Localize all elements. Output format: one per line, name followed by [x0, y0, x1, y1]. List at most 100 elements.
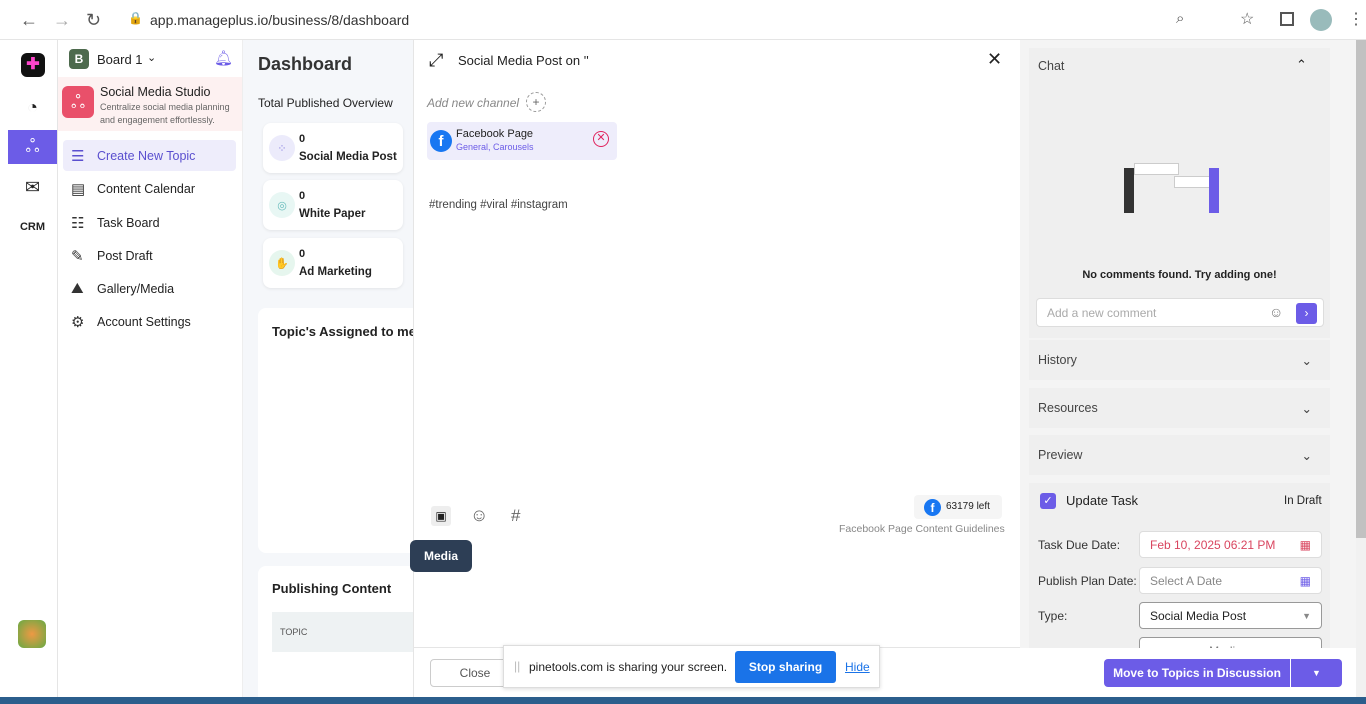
sidebar-item-gallery-media[interactable]: ⛰ Gallery/Media [63, 273, 236, 304]
comment-input[interactable]: Add a new comment ☺ › [1036, 298, 1324, 327]
sidepanel-icon[interactable] [1280, 12, 1294, 26]
paper-icon: ◎ [269, 192, 295, 218]
close-icon[interactable]: ✕ [987, 49, 1002, 70]
guidelines-link[interactable]: Facebook Page Content Guidelines [839, 523, 1005, 535]
drag-handle[interactable]: || [514, 659, 520, 673]
emoji-icon[interactable]: ☺ [1269, 304, 1283, 320]
bell-icon[interactable]: 🔔︎ [214, 49, 233, 67]
sidebar-item-post-draft[interactable]: ✎ Post Draft [63, 240, 236, 271]
stat-count: 0 [299, 248, 306, 260]
lock-icon: 🔒 [128, 11, 143, 25]
channel-chip-facebook[interactable]: f Facebook Page General, Carousels ✕ [427, 122, 617, 160]
stat-card-ad-marketing[interactable]: ✋ 0 Ad Marketing [263, 238, 403, 288]
forward-icon[interactable]: → [53, 10, 71, 31]
modal-title: Social Media Post on '' [458, 53, 589, 68]
channel-sub: General, Carousels [456, 142, 534, 152]
reload-icon[interactable]: ↻ [86, 10, 101, 31]
remove-channel-icon[interactable]: ✕ [593, 131, 609, 147]
chat-illustration [1114, 148, 1244, 218]
send-icon[interactable]: › [1296, 303, 1317, 324]
stat-card-social-media-post[interactable]: ⁘ 0 Social Media Post [263, 123, 403, 173]
due-date-label: Task Due Date: [1038, 538, 1121, 552]
sidebar-item-label: Task Board [97, 215, 160, 230]
emoji-icon[interactable]: ☺ [470, 505, 488, 526]
resources-section[interactable]: Resources ⌄ [1029, 388, 1330, 428]
due-date-value: Feb 10, 2025 06:21 PM [1150, 537, 1276, 552]
zoom-icon[interactable]: ⌕ [1176, 10, 1184, 27]
hashtag-icon[interactable]: # [511, 506, 520, 526]
sidebar-item-label: Gallery/Media [97, 281, 175, 296]
address-bar[interactable]: app.manageplus.io/business/8/dashboard [150, 12, 409, 28]
chevron-up-icon[interactable]: ⌃ [1296, 57, 1307, 73]
dashboard-panel: Dashboard Total Published Overview ⁘ 0 Soc… [243, 40, 413, 697]
app-description: Centralize social media planning and eng… [100, 102, 230, 125]
facebook-icon: f [924, 499, 941, 516]
sidebar: B Board 1 ⌄ 🔔︎ ஃ Social Media Studio Cen… [58, 40, 243, 697]
sidebar-item-label: Account Settings [97, 314, 191, 329]
publishing-content-card: Publishing Content TOPIC [258, 566, 413, 697]
chars-left: 63179 left [946, 501, 990, 512]
preview-section[interactable]: Preview ⌄ [1029, 435, 1330, 475]
dashboard-gauge-icon[interactable]: ◔ [8, 90, 57, 124]
due-date-field[interactable]: Feb 10, 2025 06:21 PM ▦ [1139, 531, 1322, 558]
type-value: Social Media Post [1150, 608, 1247, 623]
share-text: pinetools.com is sharing your screen. [529, 660, 728, 674]
sidebar-item-task-board[interactable]: ☷ Task Board [63, 207, 236, 238]
star-icon[interactable]: ☆ [1240, 9, 1254, 29]
add-channel-label: Add new channel [427, 96, 520, 110]
expand-icon[interactable]: ⤢ [429, 50, 443, 71]
stat-card-white-paper[interactable]: ◎ 0 White Paper [263, 180, 403, 230]
app-logo[interactable]: ✚ [21, 53, 45, 77]
sidebar-item-account-settings[interactable]: ⚙ Account Settings [63, 306, 236, 337]
calendar-icon: ▦ [1299, 573, 1311, 588]
sidebar-item-label: Create New Topic [97, 148, 196, 163]
chevron-down-icon: ⌄ [1301, 353, 1312, 368]
type-select[interactable]: Social Media Post ▼ [1139, 602, 1322, 629]
hide-link[interactable]: Hide [845, 660, 870, 674]
chat-section: Chat ⌃ No comments found. Try adding one… [1029, 48, 1330, 338]
section-title: History [1038, 353, 1077, 367]
calendar-icon: ▦ [1299, 537, 1311, 552]
plan-date-field[interactable]: Select A Date ▦ [1139, 567, 1322, 594]
os-taskbar [0, 697, 1366, 704]
topic-modal: ⤢ Social Media Post on '' ✕ Add new chan… [410, 40, 1020, 697]
browser-toolbar: ← → ↻ 🔒 app.manageplus.io/business/8/das… [0, 0, 1366, 40]
social-studio-icon[interactable]: ஃ [8, 130, 57, 164]
chevron-down-icon[interactable]: ⌄ [147, 51, 156, 64]
section-title: Resources [1038, 401, 1098, 415]
update-task-checkbox[interactable]: ✓ [1040, 493, 1056, 509]
scrollbar[interactable] [1356, 40, 1366, 697]
checklist-icon: ☷ [71, 214, 85, 232]
edit-icon: ✎ [71, 247, 84, 265]
sidebar-item-create-new-topic[interactable]: ☰ Create New Topic [63, 140, 236, 171]
crm-icon[interactable]: CRM [8, 210, 57, 244]
menu-icon[interactable]: ⋮ [1348, 9, 1364, 29]
campaign-mail-icon[interactable]: ✉ [8, 170, 57, 204]
back-icon[interactable]: ← [20, 10, 38, 31]
media-icon[interactable]: ▣ [431, 506, 451, 526]
facebook-icon: f [430, 130, 452, 152]
user-avatar[interactable] [18, 620, 46, 648]
profile-avatar[interactable] [1310, 9, 1332, 31]
board-selector[interactable]: Board 1 [97, 52, 143, 67]
screen-share-bar: || pinetools.com is sharing your screen.… [503, 645, 880, 688]
add-channel-button[interactable]: + [526, 92, 546, 112]
app-header: ஃ Social Media Studio Centralize social … [58, 77, 242, 131]
move-to-discussion-button[interactable]: Move to Topics in Discussion [1104, 659, 1290, 687]
move-options-dropdown[interactable]: ▼ [1291, 659, 1342, 687]
sidebar-item-label: Content Calendar [97, 181, 195, 196]
section-title: Preview [1038, 448, 1083, 462]
sidebar-item-content-calendar[interactable]: ▤ Content Calendar [63, 173, 236, 204]
card-title: Topic's Assigned to me [272, 324, 413, 339]
chat-header[interactable]: Chat [1038, 59, 1064, 73]
stop-sharing-button[interactable]: Stop sharing [735, 651, 836, 683]
table-header-topic: TOPIC [272, 612, 413, 652]
history-section[interactable]: History ⌄ [1029, 340, 1330, 380]
post-content-editor[interactable]: #trending #viral #instagram [429, 199, 568, 211]
social-studio-logo: ஃ [62, 86, 94, 118]
stat-count: 0 [299, 133, 306, 145]
chevron-down-icon: ⌄ [1301, 401, 1312, 416]
stat-label: Ad Marketing [299, 266, 372, 278]
social-icon: ⁘ [269, 135, 295, 161]
stat-label: White Paper [299, 208, 366, 220]
